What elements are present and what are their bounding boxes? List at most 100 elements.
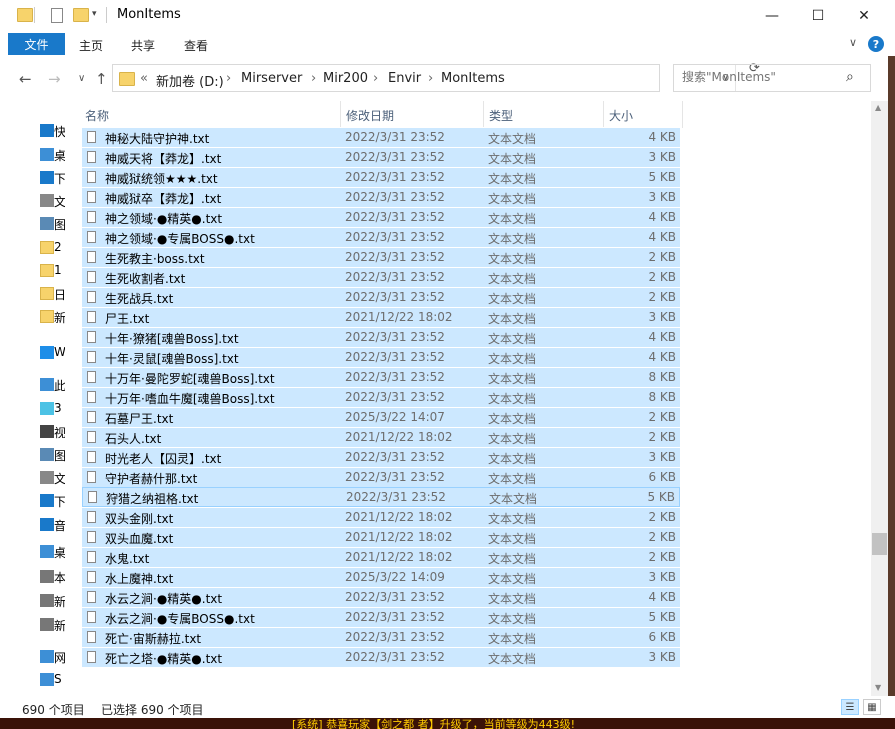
breadcrumb-separator[interactable]: › xyxy=(373,71,378,86)
breadcrumb-separator[interactable]: › xyxy=(226,71,231,86)
file-row[interactable]: 水云之涧·●精英●.txt 2022/3/31 23:52 文本文档 4 KB xyxy=(82,587,680,607)
nav-item-label: 视 xyxy=(54,426,65,440)
nav-item-14[interactable]: 文 xyxy=(0,468,67,488)
file-row[interactable]: 死亡之塔·●精英●.txt 2022/3/31 23:52 文本文档 3 KB xyxy=(82,647,680,667)
tab-file[interactable]: 文件 xyxy=(8,33,65,55)
nav-item-10[interactable]: 此 xyxy=(0,375,67,395)
breadcrumb-envir[interactable]: Envir xyxy=(388,71,421,86)
file-row[interactable]: 十万年·曼陀罗蛇[魂兽Boss].txt 2022/3/31 23:52 文本文档 8… xyxy=(82,367,680,387)
file-row[interactable]: 神之领域·●专属BOSS●.txt 2022/3/31 23:52 文本文档 4 KB xyxy=(82,227,680,247)
file-row[interactable]: 水云之涧·●专属BOSS●.txt 2022/3/31 23:52 文本文档 5 KB xyxy=(82,607,680,627)
nav-item-18[interactable]: 本 xyxy=(0,567,67,587)
file-row[interactable]: 死亡·宙斯赫拉.txt 2022/3/31 23:52 文本文档 6 KB xyxy=(82,627,680,647)
separator xyxy=(106,7,107,23)
file-row[interactable]: 水上魔神.txt 2025/3/22 14:09 文本文档 3 KB xyxy=(82,567,680,587)
file-row[interactable]: 神之领域·●精英●.txt 2022/3/31 23:52 文本文档 4 KB xyxy=(82,207,680,227)
nav-item-21[interactable]: 网 xyxy=(0,647,67,667)
breadcrumb-mirserver[interactable]: Mirserver xyxy=(241,71,302,86)
file-row[interactable]: 神威狱卒【莽龙】.txt 2022/3/31 23:52 文本文档 3 KB xyxy=(82,187,680,207)
search-box[interactable]: ⌕ xyxy=(673,64,871,92)
file-row[interactable]: 十年·灵鼠[魂兽Boss].txt 2022/3/31 23:52 文本文档 4 KB xyxy=(82,347,680,367)
nav-item-3[interactable]: 文 xyxy=(0,191,67,211)
nav-item-1[interactable]: 桌 xyxy=(0,145,67,165)
nav-item-4[interactable]: 图 xyxy=(0,214,67,234)
column-name[interactable]: 名称 xyxy=(85,107,109,124)
up-button[interactable]: ↑ xyxy=(95,70,108,88)
nav-item-8[interactable]: 新 xyxy=(0,307,67,327)
file-row[interactable]: 守护者赫什那.txt 2022/3/31 23:52 文本文档 6 KB xyxy=(82,467,680,487)
nav-item-15[interactable]: 下 xyxy=(0,491,67,511)
column-separator[interactable] xyxy=(603,101,604,128)
tab-home[interactable]: 主页 xyxy=(79,37,103,54)
nav-item-0[interactable]: 快 xyxy=(0,121,67,141)
nav-item-5[interactable]: 2 xyxy=(0,238,67,258)
help-icon[interactable]: ? xyxy=(868,36,884,52)
navigation-pane: 快桌下文图21日新W此3视图文下音桌本新新网S xyxy=(0,101,67,696)
file-row[interactable]: 生死战兵.txt 2022/3/31 23:52 文本文档 2 KB xyxy=(82,287,680,307)
breadcrumb-drive[interactable]: 新加卷 (D:) xyxy=(156,71,224,90)
nav-item-13[interactable]: 图 xyxy=(0,445,67,465)
nav-item-9[interactable]: W xyxy=(0,343,67,363)
column-separator[interactable] xyxy=(483,101,484,128)
file-row[interactable]: 时光老人【囚灵】.txt 2022/3/31 23:52 文本文档 3 KB xyxy=(82,447,680,467)
quick-access-dropdown-icon[interactable]: ▾ xyxy=(92,9,97,19)
file-row[interactable]: 石墓尸王.txt 2025/3/22 14:07 文本文档 2 KB xyxy=(82,407,680,427)
file-row[interactable]: 石头人.txt 2021/12/22 18:02 文本文档 2 KB xyxy=(82,427,680,447)
breadcrumb-separator[interactable]: › xyxy=(311,71,316,86)
file-row[interactable]: 神秘大陆守护神.txt 2022/3/31 23:52 文本文档 4 KB xyxy=(82,127,680,147)
file-row[interactable]: 神威天将【莽龙】.txt 2022/3/31 23:52 文本文档 3 KB xyxy=(82,147,680,167)
scroll-down-icon[interactable]: ▼ xyxy=(875,683,881,692)
nav-item-11[interactable]: 3 xyxy=(0,399,67,419)
breadcrumb-monitems[interactable]: MonItems xyxy=(441,71,505,86)
nav-item-19[interactable]: 新 xyxy=(0,591,67,611)
file-row[interactable]: 十万年·嗜血牛魔[魂兽Boss].txt 2022/3/31 23:52 文本文档 8… xyxy=(82,387,680,407)
ribbon-expand-icon[interactable]: ∨ xyxy=(849,36,857,49)
file-row[interactable]: 水鬼.txt 2021/12/22 18:02 文本文档 2 KB xyxy=(82,547,680,567)
close-button[interactable]: ✕ xyxy=(841,0,887,31)
nav-item-16[interactable]: 音 xyxy=(0,515,67,535)
file-row[interactable]: 狩猎之纳祖格.txt 2022/3/31 23:52 文本文档 5 KB xyxy=(82,487,680,507)
vertical-scrollbar[interactable]: ▲ ▼ xyxy=(871,101,888,696)
file-row[interactable]: 生死收割者.txt 2022/3/31 23:52 文本文档 2 KB xyxy=(82,267,680,287)
back-button[interactable]: ← xyxy=(19,70,32,88)
column-date[interactable]: 修改日期 xyxy=(346,107,394,124)
pictures-icon xyxy=(40,448,54,461)
new-folder-icon[interactable] xyxy=(73,8,89,22)
file-row[interactable]: 双头血魔.txt 2021/12/22 18:02 文本文档 2 KB xyxy=(82,527,680,547)
column-type[interactable]: 类型 xyxy=(489,107,513,124)
file-row[interactable]: 尸王.txt 2021/12/22 18:02 文本文档 3 KB xyxy=(82,307,680,327)
scroll-up-icon[interactable]: ▲ xyxy=(875,103,881,112)
scrollbar-thumb[interactable] xyxy=(872,533,887,555)
nav-item-6[interactable]: 1 xyxy=(0,261,67,281)
column-separator[interactable] xyxy=(682,101,683,128)
nav-item-label: 新 xyxy=(54,311,65,325)
maximize-button[interactable]: ☐ xyxy=(795,0,841,31)
file-row[interactable]: 十年·獠猪[魂兽Boss].txt 2022/3/31 23:52 文本文档 4 KB xyxy=(82,327,680,347)
minimize-button[interactable]: — xyxy=(749,0,795,31)
forward-button[interactable]: → xyxy=(48,70,61,88)
search-icon[interactable]: ⌕ xyxy=(846,69,854,85)
nav-item-12[interactable]: 视 xyxy=(0,422,67,442)
breadcrumb-mir200[interactable]: Mir200 xyxy=(323,71,368,86)
nav-item-20[interactable]: 新 xyxy=(0,615,67,635)
address-bar[interactable]: « 新加卷 (D:) › Mirserver › Mir200 › Envir … xyxy=(112,64,736,92)
recent-locations-icon[interactable]: ∨ xyxy=(78,73,85,84)
breadcrumb-overflow[interactable]: « xyxy=(140,71,148,86)
nav-item-7[interactable]: 日 xyxy=(0,284,67,304)
file-row[interactable]: 神威狱统领★★★.txt 2022/3/31 23:52 文本文档 5 KB xyxy=(82,167,680,187)
search-input[interactable] xyxy=(682,70,842,84)
details-view-button[interactable]: ☰ xyxy=(841,699,859,715)
background-game-window: [系统] 恭喜玩家【剑之都 者】升级了，当前等级为443级! xyxy=(0,718,895,729)
column-size[interactable]: 大小 xyxy=(609,107,633,124)
file-row[interactable]: 生死教主·boss.txt 2022/3/31 23:52 文本文档 2 KB xyxy=(82,247,680,267)
file-row[interactable]: 双头金刚.txt 2021/12/22 18:02 文本文档 2 KB xyxy=(82,507,680,527)
properties-icon[interactable] xyxy=(51,8,63,23)
breadcrumb-separator[interactable]: › xyxy=(428,71,433,86)
nav-item-17[interactable]: 桌 xyxy=(0,542,67,562)
tab-share[interactable]: 共享 xyxy=(131,37,155,54)
tab-view[interactable]: 查看 xyxy=(184,37,208,54)
nav-item-22[interactable]: S xyxy=(0,670,67,690)
large-icons-view-button[interactable]: ▦ xyxy=(863,699,881,715)
column-separator[interactable] xyxy=(340,101,341,128)
nav-item-2[interactable]: 下 xyxy=(0,168,67,188)
